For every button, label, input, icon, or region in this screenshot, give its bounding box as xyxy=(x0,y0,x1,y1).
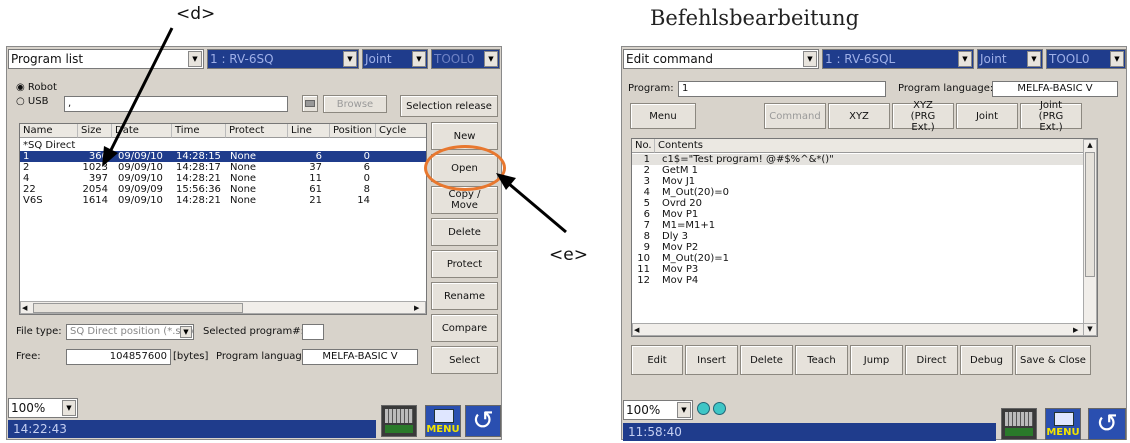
command-line[interactable]: 1 c1$="Test program! @#$%^&*()" xyxy=(632,154,1083,165)
line-content: Mov P3 xyxy=(662,264,699,275)
line-content: Mov P1 xyxy=(662,209,699,220)
menu-button[interactable]: Menu xyxy=(630,103,696,129)
chevron-down-icon: ▼ xyxy=(958,51,972,67)
keyboard-icon[interactable] xyxy=(1001,408,1037,440)
menu-icon[interactable]: MENU xyxy=(1045,408,1081,440)
line-number: 4 xyxy=(643,187,650,198)
menu-icon-text: MENU xyxy=(1046,427,1080,438)
line-content: Mov P4 xyxy=(662,275,699,286)
right-tool-dropdown[interactable]: TOOL0 ▼ xyxy=(1046,49,1126,69)
col-contents-header: Contents xyxy=(655,139,1085,153)
debug-button[interactable]: Debug xyxy=(960,345,1013,375)
command-line[interactable]: 4 M_Out(20)=0 xyxy=(632,187,1083,198)
scroll-left-icon[interactable]: ◀ xyxy=(634,325,644,335)
line-number: 9 xyxy=(643,242,650,253)
jump-button[interactable]: Jump xyxy=(850,345,903,375)
line-content: c1$="Test program! @#$%^&*()" xyxy=(662,154,834,165)
chevron-down-icon: ▼ xyxy=(677,402,691,418)
right-screen-dropdown[interactable]: Edit command ▼ xyxy=(623,49,819,69)
xyz-ext-button[interactable]: XYZ (PRG Ext.) xyxy=(892,100,954,133)
command-button[interactable]: Command xyxy=(764,103,826,129)
line-number: 11 xyxy=(637,264,650,275)
status-light-2 xyxy=(713,402,726,415)
command-line[interactable]: 2 GetM 1 xyxy=(632,165,1083,176)
command-line[interactable]: 5 Ovrd 20 xyxy=(632,198,1083,209)
command-line[interactable]: 3 Mov J1 xyxy=(632,176,1083,187)
command-line[interactable]: 9 Mov P2 xyxy=(632,242,1083,253)
right-program-language-field: MELFA-BASIC V xyxy=(992,81,1118,97)
line-content: GetM 1 xyxy=(662,165,698,176)
line-number: 3 xyxy=(643,176,650,187)
joint-button[interactable]: Joint xyxy=(956,103,1018,129)
back-icon[interactable]: ↺ xyxy=(1088,408,1126,440)
command-list[interactable]: No. Contents 1 c1$="Test program! @#$%^&*… xyxy=(631,138,1098,337)
right-joint-dropdown[interactable]: Joint ▼ xyxy=(977,49,1043,69)
line-content: Mov P2 xyxy=(662,242,699,253)
edit-button[interactable]: Edit xyxy=(631,345,683,375)
command-line[interactable]: 11 Mov P3 xyxy=(632,264,1083,275)
annotation-e-label: <e> xyxy=(549,245,588,265)
menu-screen-glyph xyxy=(1054,412,1074,426)
scroll-up-icon[interactable]: ▲ xyxy=(1085,141,1095,151)
insert-button[interactable]: Insert xyxy=(685,345,738,375)
line-content: Ovrd 20 xyxy=(662,198,702,209)
command-line[interactable]: 6 Mov P1 xyxy=(632,209,1083,220)
line-number: 10 xyxy=(637,253,650,264)
horizontal-scrollbar[interactable]: ◀ ▶ xyxy=(632,323,1085,336)
right-robot-dropdown[interactable]: 1 : RV-6SQL ▼ xyxy=(822,49,974,69)
right-zoom-select[interactable]: 100% ▼ xyxy=(623,400,693,420)
col-no-header: No. xyxy=(632,139,655,153)
right-program-language-label: Program language: xyxy=(898,83,994,94)
scroll-thumb[interactable] xyxy=(1085,152,1095,277)
line-number: 2 xyxy=(643,165,650,176)
save-close-button[interactable]: Save & Close xyxy=(1015,345,1091,375)
direct-button[interactable]: Direct xyxy=(905,345,958,375)
xyz-button[interactable]: XYZ xyxy=(828,103,890,129)
command-line[interactable]: 8 Dly 3 xyxy=(632,231,1083,242)
line-number: 7 xyxy=(643,220,650,231)
chevron-down-icon: ▼ xyxy=(803,51,817,67)
delete-line-button[interactable]: Delete xyxy=(740,345,793,375)
command-line[interactable]: 12 Mov P4 xyxy=(632,275,1083,286)
right-tool-dropdown-label: TOOL0 xyxy=(1049,52,1090,66)
line-content: M1=M1+1 xyxy=(662,220,716,231)
arrow-d-head xyxy=(102,146,118,167)
right-robot-dropdown-label: 1 : RV-6SQL xyxy=(825,52,896,66)
program-label: Program: xyxy=(628,83,674,94)
right-screen-dropdown-label: Edit command xyxy=(626,52,713,66)
keyboard-keys xyxy=(1005,412,1033,426)
line-content: Mov J1 xyxy=(662,176,696,187)
status-light-1 xyxy=(697,402,710,415)
line-content: Dly 3 xyxy=(662,231,688,242)
vertical-scrollbar[interactable]: ▲ xyxy=(1083,139,1097,324)
arrow-d-line xyxy=(108,27,174,153)
line-number: 6 xyxy=(643,209,650,220)
scroll-right-icon[interactable]: ▶ xyxy=(1073,325,1083,335)
line-number: 5 xyxy=(643,198,650,209)
line-number: 12 xyxy=(637,275,650,286)
arrow-e-line xyxy=(507,181,567,234)
teach-button[interactable]: Teach xyxy=(795,345,848,375)
line-content: M_Out(20)=0 xyxy=(662,187,730,198)
right-zoom-value: 100% xyxy=(626,403,661,417)
command-line[interactable]: 10 M_Out(20)=1 xyxy=(632,253,1083,264)
command-line[interactable]: 7 M1=M1+1 xyxy=(632,220,1083,231)
line-number: 1 xyxy=(643,154,650,165)
right-joint-dropdown-label: Joint xyxy=(980,52,1007,66)
scroll-down-button[interactable]: ▼ xyxy=(1083,323,1097,336)
line-content: M_Out(20)=1 xyxy=(662,253,730,264)
program-field[interactable]: 1 xyxy=(678,81,886,97)
chevron-down-icon: ▼ xyxy=(1110,51,1124,67)
keyboard-green-bar xyxy=(1005,428,1033,436)
right-status-bar: 11:58:40 xyxy=(623,423,996,441)
line-number: 8 xyxy=(643,231,650,242)
joint-ext-button[interactable]: Joint (PRG Ext.) xyxy=(1020,100,1082,133)
chevron-down-icon: ▼ xyxy=(1027,51,1041,67)
